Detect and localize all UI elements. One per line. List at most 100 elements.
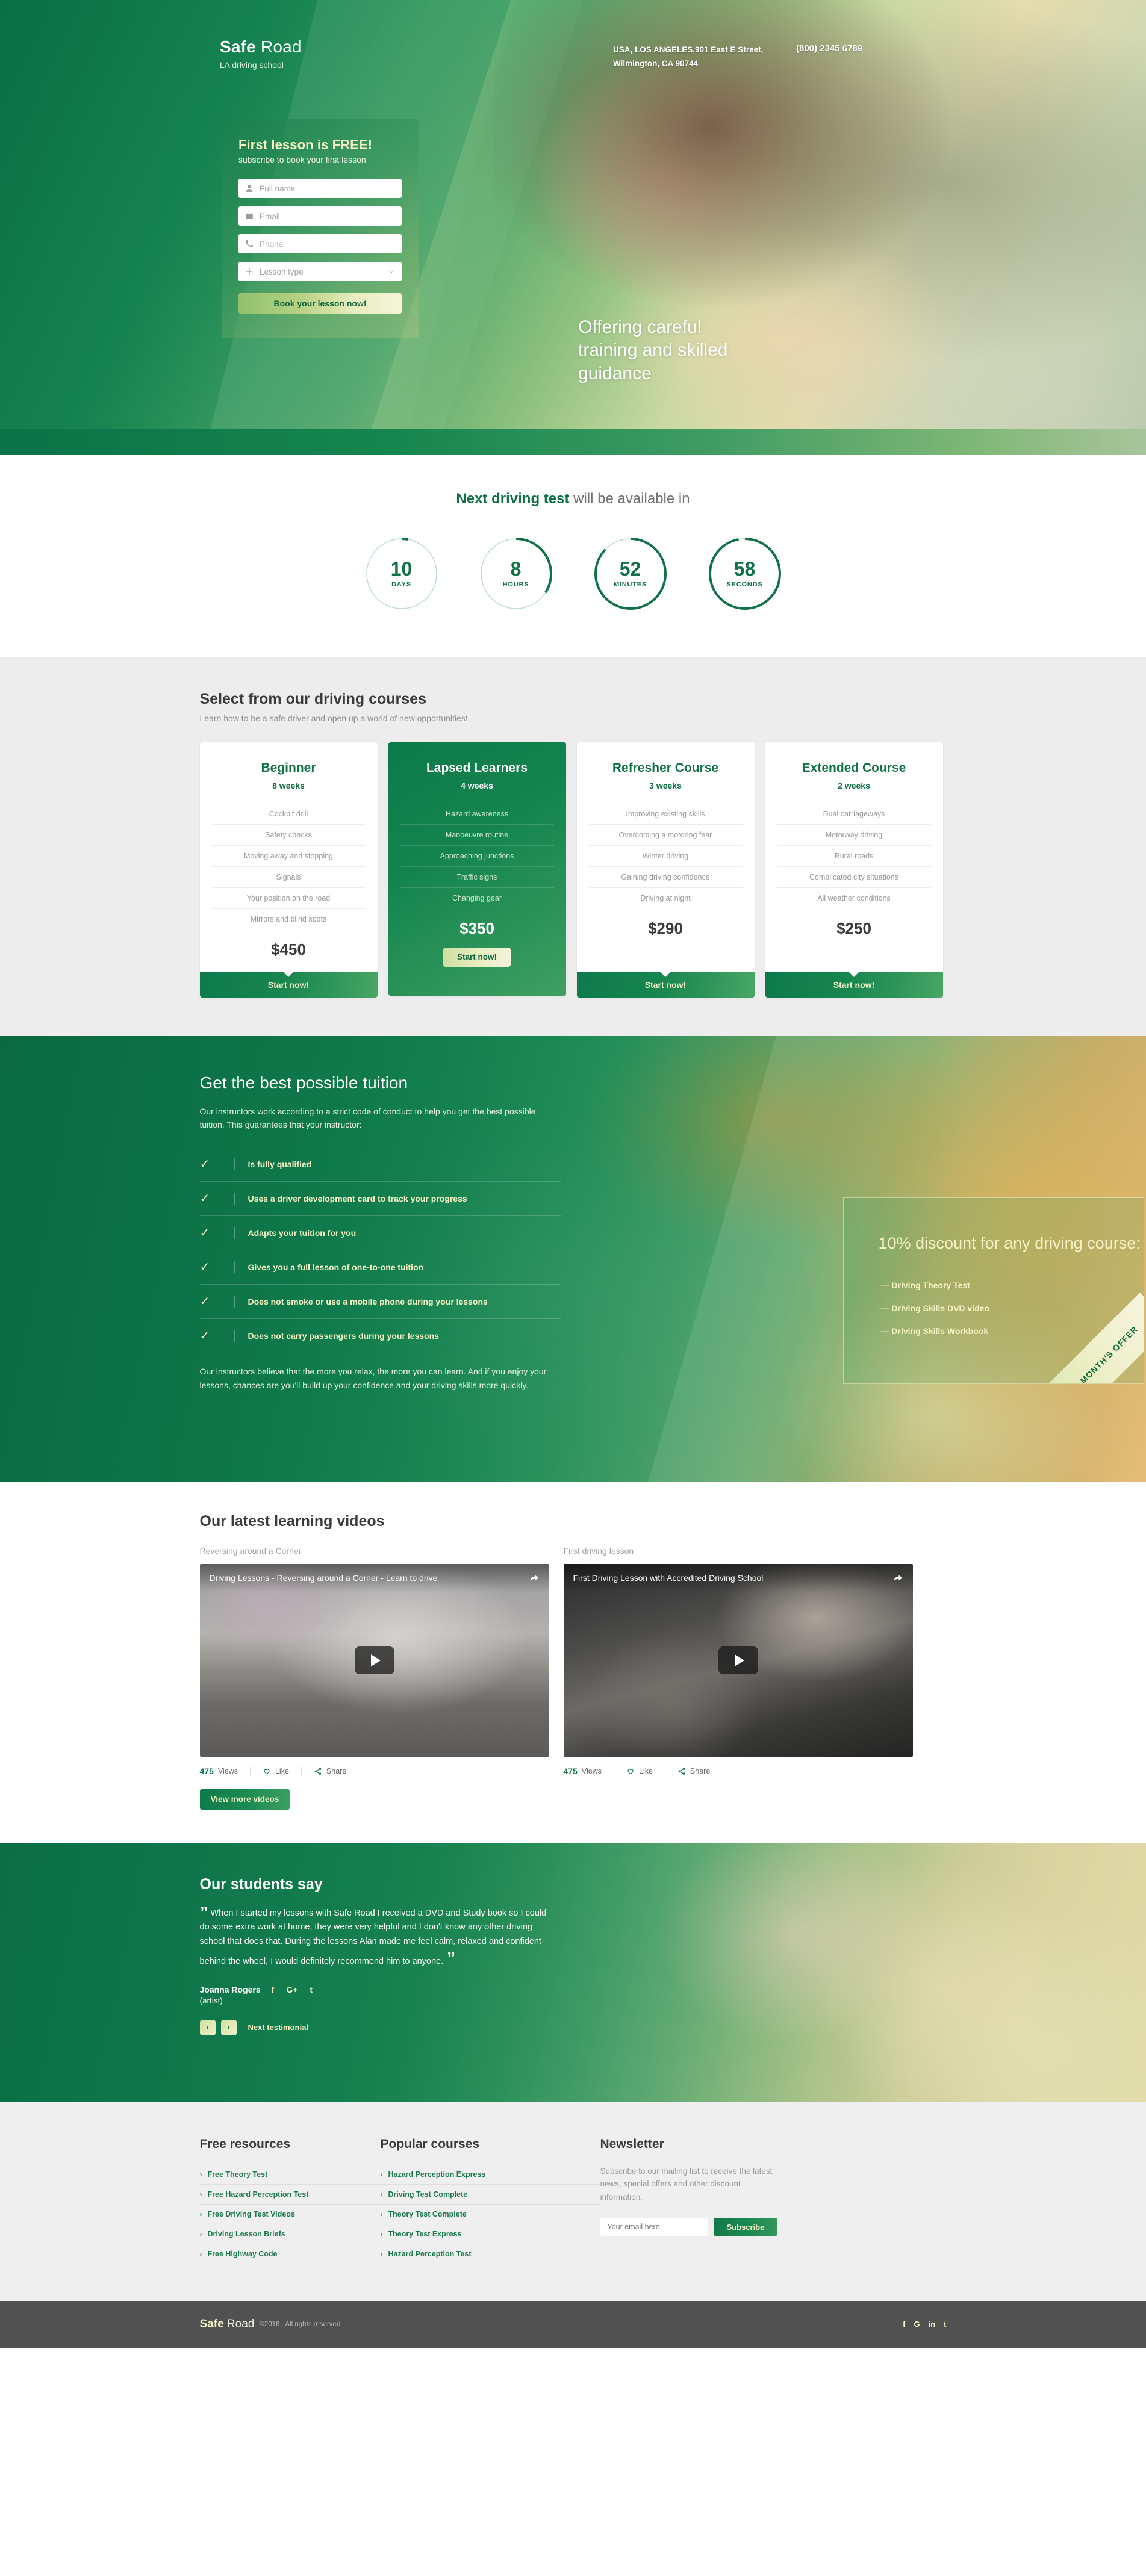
- facebook-icon[interactable]: f: [272, 1985, 275, 1994]
- like-button[interactable]: Like: [613, 1766, 665, 1775]
- footer-link[interactable]: › Driving Test Complete: [380, 2183, 600, 2204]
- phone-placeholder: Phone: [260, 239, 284, 249]
- check-icon: ✓: [200, 1192, 235, 1205]
- newsletter-heading: Newsletter: [600, 2137, 664, 2151]
- play-button[interactable]: [354, 1646, 394, 1674]
- tuition-checklist-label: Does not carry passengers during your le…: [248, 1330, 439, 1341]
- course-feature: Gaining driving confidence: [588, 866, 743, 887]
- offer-item-list: — Driving Theory Test — Driving Skills D…: [844, 1253, 1144, 1342]
- course-duration: 3 weeks: [649, 780, 682, 790]
- view-more-videos-button[interactable]: View more videos: [199, 1789, 290, 1810]
- footer-link[interactable]: › Hazard Perception Express: [381, 2165, 600, 2184]
- course-card[interactable]: Extended Course 2 weeks Dual carriageway…: [765, 742, 943, 998]
- course-name: Refresher Course: [612, 761, 719, 775]
- footer-link[interactable]: › Free Highway Code: [199, 2243, 381, 2264]
- play-triangle-icon: [370, 1654, 381, 1666]
- footer-free-resources: Free resources › Free Theory Test › Free…: [199, 2137, 381, 2264]
- lesson-type-select[interactable]: Lesson type: [238, 262, 402, 281]
- footer-link[interactable]: › Theory Test Complete: [380, 2203, 600, 2224]
- footer-logo[interactable]: Safe Road: [200, 2318, 255, 2331]
- countdown-value: 10: [390, 558, 413, 580]
- like-button[interactable]: Like: [249, 1766, 301, 1775]
- course-card-featured[interactable]: Lapsed Learners 4 weeks Hazard awareness…: [388, 742, 566, 996]
- like-label: Like: [638, 1766, 653, 1775]
- video-player[interactable]: First Driving Lesson with Accredited Dri…: [563, 1563, 913, 1757]
- testimonial-social-links: f G+ t: [272, 1985, 313, 1994]
- subscribe-button[interactable]: Subscribe: [713, 2218, 778, 2236]
- footer-link-label: Theory Test Complete: [388, 2209, 467, 2218]
- countdown-unit: 52 MINUTES: [591, 534, 670, 613]
- chevron-down-icon: [388, 268, 395, 275]
- countdown-unit: 10 DAYS: [362, 534, 441, 613]
- share-arrow-icon[interactable]: [892, 1572, 903, 1583]
- address-line-1: USA, LOS ANGELES,901 East E Street,: [613, 45, 764, 54]
- course-card[interactable]: Refresher Course 3 weeks Improving exist…: [576, 742, 755, 998]
- share-arrow-icon[interactable]: [529, 1572, 540, 1583]
- footer-link[interactable]: › Theory Test Express: [380, 2223, 600, 2244]
- course-feature: Your position on the road: [211, 887, 366, 908]
- email-field[interactable]: Email: [238, 206, 402, 226]
- twitter-icon[interactable]: t: [310, 1985, 313, 1994]
- course-card[interactable]: Beginner 8 weeks Cockpit drill Safety che…: [199, 742, 378, 998]
- footer-link[interactable]: › Driving Lesson Briefs: [199, 2223, 381, 2244]
- prev-testimonial-button[interactable]: ‹: [199, 2019, 216, 2035]
- course-card-list: Beginner 8 weeks Cockpit drill Safety che…: [199, 742, 947, 998]
- video-player[interactable]: Driving Lessons - Reversing around a Cor…: [199, 1563, 549, 1757]
- video-caption: First driving lesson: [563, 1545, 634, 1556]
- twitter-icon[interactable]: t: [944, 2320, 946, 2329]
- google-icon[interactable]: G: [914, 2320, 920, 2329]
- course-feature: Traffic signs: [400, 866, 554, 887]
- footer-logo-light: Road: [223, 2317, 255, 2330]
- chevron-right-icon: ›: [380, 2170, 383, 2179]
- phone-icon: [245, 240, 254, 248]
- phone-field[interactable]: Phone: [238, 234, 402, 253]
- course-feature: Hazard awareness: [445, 809, 509, 818]
- check-icon: ✓: [200, 1226, 235, 1239]
- check-icon: ✓: [200, 1329, 235, 1342]
- footer-link[interactable]: › Hazard Perception Test: [380, 2243, 600, 2264]
- footer-link[interactable]: › Free Hazard Perception Test: [199, 2183, 381, 2204]
- footer-link-label: Free Highway Code: [207, 2249, 278, 2258]
- full-name-field[interactable]: Full name: [238, 179, 402, 198]
- chevron-right-icon: ›: [199, 2190, 202, 2199]
- share-button[interactable]: Share: [301, 1766, 358, 1775]
- video-overlay-title-bar: First Driving Lesson with Accredited Dri…: [563, 1563, 913, 1592]
- start-now-button[interactable]: Start now!: [199, 972, 378, 998]
- course-feature: Overcoming a motoring fear: [588, 824, 743, 845]
- course-feature-list: Hazard awareness Manoeuvre routine Approac…: [400, 804, 554, 908]
- courses-section: Select from our driving courses Learn ho…: [0, 657, 1146, 1036]
- book-lesson-button[interactable]: Book your lesson now!: [238, 293, 402, 314]
- site-logo[interactable]: Safe Road LA driving school: [220, 37, 302, 70]
- course-feature-list: Improving existing skills Overcoming a mo…: [588, 804, 743, 908]
- course-duration: 2 weeks: [838, 780, 870, 790]
- email-placeholder: Email: [260, 211, 280, 221]
- tuition-checklist-label: Does not smoke or use a mobile phone dur…: [248, 1296, 488, 1306]
- footer-link[interactable]: › Free Theory Test: [200, 2165, 381, 2184]
- countdown-value: 52: [619, 558, 641, 580]
- facebook-icon[interactable]: f: [903, 2320, 905, 2329]
- course-duration: 8 weeks: [272, 780, 305, 790]
- newsletter-form: Subscribe: [600, 2218, 871, 2236]
- quote-open-icon: ”: [199, 1902, 208, 1922]
- next-testimonial-button[interactable]: ›: [220, 2019, 237, 2035]
- countdown-label: SECONDS: [726, 581, 763, 588]
- start-now-button[interactable]: Start now!: [576, 972, 755, 998]
- tuition-checklist-label: Is fully qualified: [248, 1159, 312, 1169]
- linkedin-icon[interactable]: in: [929, 2320, 936, 2329]
- play-button[interactable]: [718, 1646, 758, 1674]
- start-now-button[interactable]: Start now!: [765, 972, 943, 998]
- share-button[interactable]: Share: [664, 1766, 722, 1775]
- course-feature: Driving at night: [588, 887, 743, 908]
- header-phone[interactable]: (800) 2345 6789: [796, 43, 862, 54]
- tuition-checklist-label: Uses a driver development card to track …: [248, 1193, 467, 1203]
- views-stat: 475 Views: [564, 1766, 614, 1776]
- footer-link-label: Free Hazard Perception Test: [207, 2190, 309, 2199]
- lesson-booking-form: First lesson is FREE! subscribe to book …: [222, 119, 419, 338]
- course-feature: Changing gear: [400, 887, 554, 908]
- newsletter-email-input[interactable]: [600, 2218, 708, 2236]
- footer-link[interactable]: › Free Driving Test Videos: [199, 2203, 381, 2224]
- googleplus-icon[interactable]: G+: [286, 1985, 297, 1994]
- course-feature: Rural roads: [777, 845, 931, 866]
- hero-tagline: Offering careful training and skilled guid…: [578, 317, 728, 383]
- start-now-button[interactable]: Start now!: [443, 947, 511, 967]
